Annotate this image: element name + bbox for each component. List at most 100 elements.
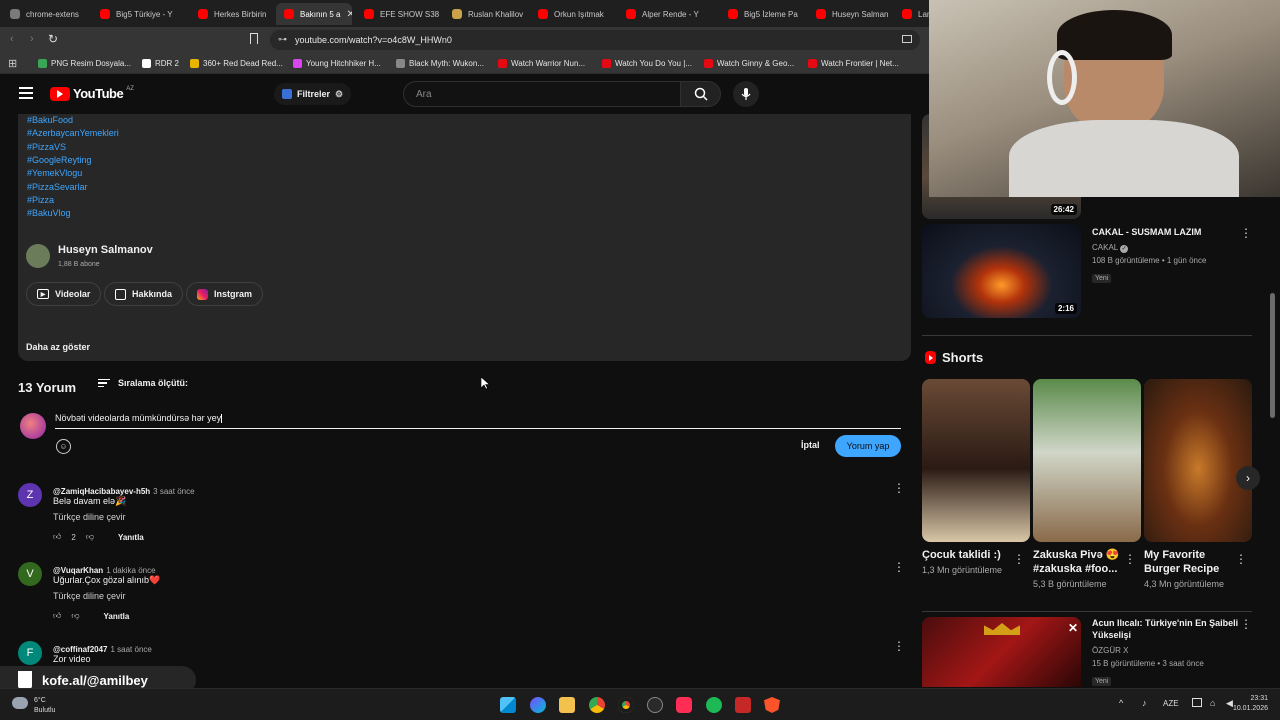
- dislike-icon[interactable]: 👎︎: [71, 611, 79, 621]
- bookmark-item[interactable]: RDR 2: [142, 56, 179, 70]
- sidebar-thumbnail-1[interactable]: 2:16: [922, 224, 1081, 318]
- hashtag-link[interactable]: #YemekVlogu: [27, 168, 82, 178]
- like-icon[interactable]: 👍︎: [53, 532, 61, 542]
- menu-icon[interactable]: [19, 87, 33, 99]
- bookmark-icon[interactable]: [250, 33, 258, 44]
- emoji-icon[interactable]: ☺: [56, 439, 71, 454]
- tf-app-icon[interactable]: [735, 697, 751, 713]
- reply-button[interactable]: Yanıtla: [104, 612, 130, 621]
- bookmark-item[interactable]: Watch Warrior Nun...: [498, 56, 585, 70]
- close-tab-icon[interactable]: ✕: [346, 9, 352, 20]
- hashtag-link[interactable]: #BakuVlog: [27, 208, 71, 218]
- comment-time[interactable]: 1 saat önce: [110, 645, 151, 654]
- dislike-icon[interactable]: 👎︎: [86, 532, 94, 542]
- microphone-tray-icon[interactable]: ♪: [1142, 698, 1147, 708]
- browser-tab[interactable]: Big5 Türkiye - Y: [92, 3, 186, 25]
- short-info-1[interactable]: Zakuska Pivə 😍 #zakuska #foo... 5,3 B gö…: [1033, 548, 1125, 589]
- submit-comment-button[interactable]: Yorum yap: [835, 435, 901, 457]
- comment-more-icon[interactable]: ⋮: [893, 560, 905, 574]
- reload-icon[interactable]: ↻: [48, 32, 58, 46]
- apps-grid-icon[interactable]: ⊞: [8, 57, 17, 70]
- cancel-button[interactable]: İptal: [801, 440, 820, 450]
- sidebar-video-2-info[interactable]: Acun Ilıcalı: Türkiye'nin En Şaibeli Yük…: [1092, 617, 1242, 688]
- page-scrollbar-thumb[interactable]: [1270, 293, 1275, 418]
- hashtag-link[interactable]: #GoogleReyting: [27, 155, 92, 165]
- filters-button[interactable]: Filtreler ⚙: [274, 83, 352, 105]
- back-icon[interactable]: ‹: [10, 33, 14, 45]
- short-info-2[interactable]: My Favorite Burger Recipe 4,3 Mn görüntü…: [1144, 548, 1236, 589]
- cast-icon[interactable]: [902, 35, 912, 43]
- chrome-icon[interactable]: [589, 697, 605, 713]
- comment-author[interactable]: @VuqarKhan: [53, 566, 103, 575]
- comment-input[interactable]: Növbəti videolarda mümkündürsə hər yey: [55, 411, 901, 429]
- short-thumbnail-2[interactable]: [1144, 379, 1252, 542]
- about-button[interactable]: Hakkında: [104, 282, 184, 306]
- sidebar-video-1-info[interactable]: CAKAL - SUSMAM LAZIM CAKAL ✓ 108 B görün…: [1092, 226, 1242, 285]
- search-button[interactable]: [681, 81, 721, 107]
- hashtag-link[interactable]: #PizzaSevarlar: [27, 182, 88, 192]
- browser-tab[interactable]: Alper Rende - Y: [618, 3, 716, 25]
- windows-start-icon[interactable]: [500, 697, 516, 713]
- short-thumbnail-0[interactable]: [922, 379, 1030, 542]
- like-icon[interactable]: 👍︎: [53, 611, 61, 621]
- bookmark-item[interactable]: Black Myth: Wukon...: [396, 56, 484, 70]
- comment-time[interactable]: 3 saat önce: [153, 487, 194, 496]
- site-info-icon[interactable]: ⊶: [278, 34, 287, 45]
- network-icon[interactable]: ⌂: [1210, 698, 1215, 708]
- chrome-profile-icon[interactable]: [618, 697, 634, 713]
- spotify-icon[interactable]: [706, 697, 722, 713]
- comment-more-icon[interactable]: ⋮: [893, 639, 905, 653]
- language-indicator[interactable]: AZE: [1163, 699, 1179, 708]
- search-input[interactable]: Ara: [403, 81, 681, 107]
- comment-author[interactable]: @coffinaf2047: [53, 645, 107, 654]
- hashtag-link[interactable]: #PizzaVS: [27, 142, 66, 152]
- browser-tab[interactable]: Huseyn Salman: [808, 3, 890, 25]
- bookmark-item[interactable]: Watch Ginny & Geo...: [704, 56, 794, 70]
- display-tray-icon[interactable]: [1192, 698, 1202, 707]
- copilot-icon[interactable]: [530, 697, 546, 713]
- browser-tab[interactable]: Orkun Işıtmak: [530, 3, 614, 25]
- weather-icon[interactable]: [12, 697, 28, 709]
- comment-avatar[interactable]: V: [18, 562, 42, 586]
- forward-icon[interactable]: ›: [30, 33, 34, 45]
- tiktok-icon[interactable]: [676, 697, 692, 713]
- short-info-0[interactable]: Çocuk taklidi :) 1,3 Mn görüntüleme: [922, 548, 1014, 575]
- voice-search-button[interactable]: [733, 81, 759, 107]
- more-options-icon[interactable]: ⋮: [1240, 617, 1252, 631]
- comment-time[interactable]: 1 dakika önce: [106, 566, 155, 575]
- instagram-button[interactable]: Instgram: [186, 282, 264, 306]
- comment-more-icon[interactable]: ⋮: [893, 481, 905, 495]
- hashtag-link[interactable]: #AzerbaycanYemekleri: [27, 128, 119, 138]
- chatgpt-icon[interactable]: [647, 697, 663, 713]
- reply-button[interactable]: Yanıtla: [118, 533, 144, 542]
- videos-button[interactable]: ▶ Videolar: [26, 282, 102, 306]
- tray-chevron-icon[interactable]: ^: [1119, 698, 1123, 708]
- translate-link[interactable]: Türkçe diline çevir: [53, 591, 126, 601]
- browser-tab[interactable]: Bakının 5 a ✕: [276, 3, 352, 25]
- translate-link[interactable]: Türkçe diline çevir: [53, 512, 126, 522]
- more-options-icon[interactable]: ⋮: [1013, 552, 1025, 566]
- brave-browser-icon[interactable]: [764, 697, 780, 713]
- bookmark-item[interactable]: Watch You Do You |...: [602, 56, 692, 70]
- hashtag-link[interactable]: #BakuFood: [27, 115, 73, 125]
- shorts-next-button[interactable]: ›: [1236, 466, 1260, 490]
- more-options-icon[interactable]: ⋮: [1235, 552, 1247, 566]
- sidebar-thumbnail-2[interactable]: ✕: [922, 617, 1081, 687]
- youtube-logo[interactable]: YouTube AZ: [50, 86, 134, 101]
- more-options-icon[interactable]: ⋮: [1240, 226, 1252, 240]
- browser-tab[interactable]: Big5 İzleme Pa: [720, 3, 804, 25]
- browser-tab[interactable]: Ruslan Khalilov: [444, 3, 526, 25]
- channel-avatar[interactable]: [26, 244, 50, 268]
- browser-tab[interactable]: chrome-extens: [2, 3, 88, 25]
- more-options-icon[interactable]: ⋮: [1124, 552, 1136, 566]
- short-thumbnail-1[interactable]: [1033, 379, 1141, 542]
- address-bar[interactable]: ⊶ youtube.com/watch?v=o4c8W_HHWn0: [270, 30, 920, 50]
- browser-tab[interactable]: Herkes Birbirin: [190, 3, 274, 25]
- hashtag-link[interactable]: #Pizza: [27, 195, 54, 205]
- file-explorer-icon[interactable]: [559, 697, 575, 713]
- browser-tab[interactable]: EFE SHOW S38: [356, 3, 440, 25]
- comment-author[interactable]: @ZamiqHacibabayev-h5h: [53, 487, 150, 496]
- bookmark-item[interactable]: PNG Resim Dosyala...: [38, 56, 131, 70]
- show-less-button[interactable]: Daha az göster: [26, 342, 90, 352]
- bookmark-item[interactable]: 360+ Red Dead Red...: [190, 56, 283, 70]
